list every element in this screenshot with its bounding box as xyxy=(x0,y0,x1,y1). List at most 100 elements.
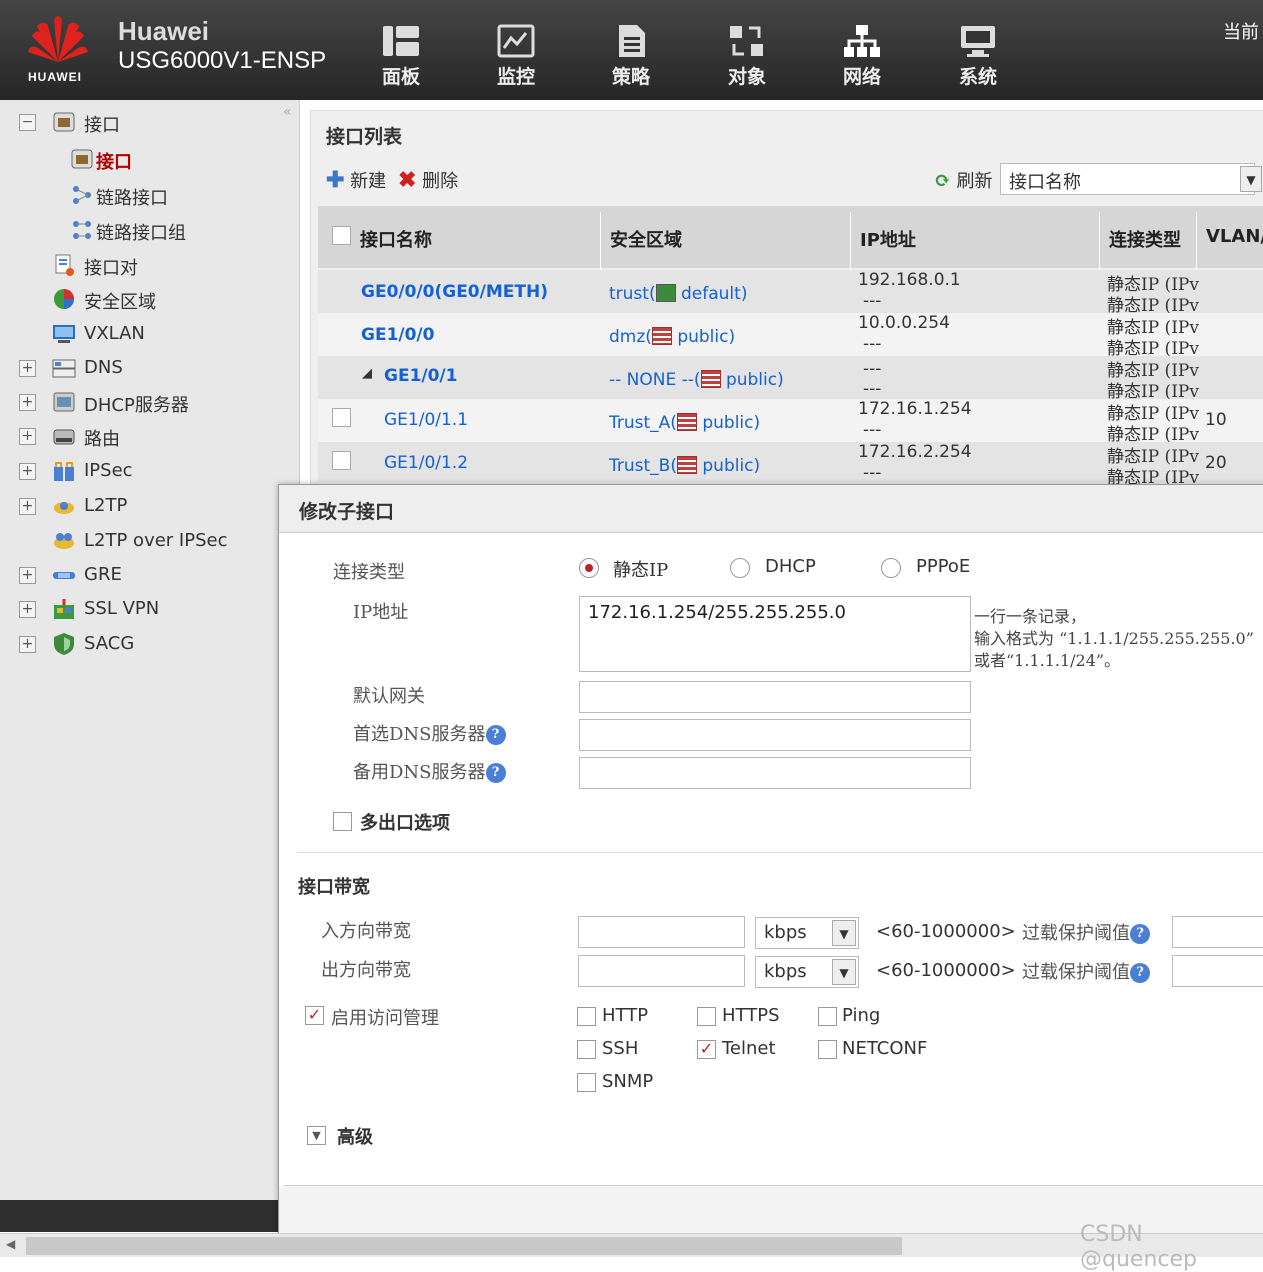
chevron-down-icon[interactable]: ▼ xyxy=(832,959,856,985)
inbound-overload-input[interactable] xyxy=(1172,916,1263,948)
new-button[interactable]: ✚ 新建 xyxy=(326,167,386,193)
overload-text: 过载保护阈值 xyxy=(1022,923,1130,944)
delete-button[interactable]: ✖ 删除 xyxy=(398,167,458,193)
expand-icon[interactable]: + xyxy=(19,428,36,445)
divider xyxy=(297,852,1263,853)
static-ip-radio[interactable] xyxy=(579,558,599,578)
zone-link[interactable]: -- NONE --( public) xyxy=(609,370,784,390)
table-row[interactable]: GE1/0/0 dmz( public) 10.0.0.254 --- 静态IP… xyxy=(318,313,1263,359)
vsys-name: public) xyxy=(696,413,761,433)
access-mgmt-checkbox[interactable]: ✓ xyxy=(305,1006,324,1025)
sidebar-item-label: VXLAN xyxy=(84,323,145,344)
search-field-select[interactable]: 接口名称 xyxy=(1000,163,1255,195)
ip-address-textarea[interactable]: 172.16.1.254/255.255.255.0 xyxy=(579,596,971,672)
collapse-sidebar-icon[interactable]: « xyxy=(283,104,292,120)
interface-name-link[interactable]: GE1/0/1.1 xyxy=(384,410,468,430)
collapse-icon[interactable]: − xyxy=(19,114,36,131)
https-checkbox[interactable] xyxy=(697,1007,716,1026)
advanced-toggle-icon[interactable]: ▼ xyxy=(307,1126,326,1145)
interface-name-link[interactable]: GE1/0/1.2 xyxy=(384,453,468,473)
column-header[interactable]: 连接类型 xyxy=(1109,226,1181,252)
scrollbar-thumb[interactable] xyxy=(26,1237,902,1255)
sidebar-item-label: 路由 xyxy=(84,429,120,450)
zone-link[interactable]: dmz( public) xyxy=(609,327,735,347)
expand-icon[interactable]: + xyxy=(19,601,36,618)
dhcp-radio[interactable] xyxy=(730,558,750,578)
help-icon[interactable]: ? xyxy=(1130,963,1150,983)
telnet-checkbox[interactable]: ✓ xyxy=(697,1040,716,1059)
interface-name-link[interactable]: GE1/0/1 xyxy=(384,366,457,386)
pppoe-radio[interactable] xyxy=(881,558,901,578)
ssh-checkbox[interactable] xyxy=(577,1040,596,1059)
nav-object[interactable]: 对象 xyxy=(712,24,782,89)
expand-icon[interactable]: + xyxy=(19,360,36,377)
expand-icon[interactable]: + xyxy=(19,463,36,480)
netconf-checkbox[interactable] xyxy=(818,1040,837,1059)
multi-exit-checkbox[interactable] xyxy=(333,812,352,831)
table-row[interactable]: ◢ GE1/0/1 -- NONE --( public) --- --- 静态… xyxy=(318,356,1263,402)
firewall-icon xyxy=(651,327,672,345)
table-row[interactable]: GE1/0/1.1 Trust_A( public) 172.16.1.254 … xyxy=(318,399,1263,445)
help-icon[interactable]: ? xyxy=(485,763,506,783)
primary-dns-input[interactable] xyxy=(579,719,971,751)
help-icon[interactable]: ? xyxy=(1130,924,1150,944)
inbound-bw-input[interactable] xyxy=(578,916,745,948)
expand-triangle-icon[interactable]: ◢ xyxy=(362,366,372,381)
column-header[interactable]: VLAN/ xyxy=(1206,226,1263,247)
expand-icon[interactable]: + xyxy=(19,567,36,584)
bandwidth-section-title: 接口带宽 xyxy=(298,877,370,898)
ip-value: 192.168.0.1 xyxy=(858,270,961,290)
zone-link[interactable]: Trust_A( public) xyxy=(609,413,760,433)
advanced-section-title[interactable]: 高级 xyxy=(337,1123,373,1149)
table-row[interactable]: GE0/0/0(GE0/METH) trust( default) 192.16… xyxy=(318,270,1263,316)
refresh-button[interactable]: ⟳ 刷新 xyxy=(934,167,993,193)
overload-label: 过载保护阈值? xyxy=(1022,919,1150,945)
zone-name: dmz( xyxy=(609,327,652,347)
http-checkbox[interactable] xyxy=(577,1007,596,1026)
outbound-bw-input[interactable] xyxy=(578,955,745,987)
snmp-checkbox[interactable] xyxy=(577,1073,596,1092)
nav-network[interactable]: 网络 xyxy=(827,24,897,89)
network-icon xyxy=(844,25,880,57)
gateway-input[interactable] xyxy=(579,681,971,713)
ip-value: --- xyxy=(863,463,882,483)
routing-icon xyxy=(53,429,75,445)
table-row[interactable]: GE1/0/1.2 Trust_B( public) 172.16.2.254 … xyxy=(318,442,1263,488)
expand-icon[interactable]: + xyxy=(19,636,36,653)
nav-dashboard[interactable]: 面板 xyxy=(366,24,436,89)
nav-policy[interactable]: 策略 xyxy=(596,24,666,89)
vsys-name: public) xyxy=(671,327,736,347)
outbound-overload-input[interactable] xyxy=(1172,955,1263,987)
static-ip-label: 静态IP xyxy=(613,560,669,581)
sidebar-item-label: 链路接口 xyxy=(96,188,168,209)
chevron-down-icon[interactable]: ▼ xyxy=(832,920,856,946)
secondary-dns-label: 备用DNS服务器? xyxy=(353,758,506,784)
row-checkbox[interactable] xyxy=(332,451,351,470)
row-checkbox[interactable] xyxy=(332,408,351,427)
secondary-dns-input[interactable] xyxy=(579,757,971,789)
chevron-down-icon[interactable]: ▼ xyxy=(1240,166,1262,192)
select-all-checkbox[interactable] xyxy=(332,226,351,245)
new-label: 新建 xyxy=(350,171,387,192)
horizontal-scrollbar[interactable]: ◀ xyxy=(0,1233,1263,1257)
nav-system[interactable]: 系统 xyxy=(943,24,1013,89)
expand-icon[interactable]: + xyxy=(19,394,36,411)
expand-icon[interactable]: + xyxy=(19,498,36,515)
vlan-value: 20 xyxy=(1205,453,1227,473)
refresh-label: 刷新 xyxy=(956,171,993,192)
column-header[interactable]: 接口名称 xyxy=(360,226,432,252)
zone-link[interactable]: trust( default) xyxy=(609,284,747,304)
policy-icon xyxy=(619,25,645,57)
help-icon[interactable]: ? xyxy=(485,725,506,745)
zone-link[interactable]: Trust_B( public) xyxy=(609,456,760,476)
nav-monitor[interactable]: 监控 xyxy=(481,24,551,89)
ping-checkbox[interactable] xyxy=(818,1007,837,1026)
interface-name-link[interactable]: GE0/0/0(GE0/METH) xyxy=(361,282,548,302)
interface-name-link[interactable]: GE1/0/0 xyxy=(361,325,434,345)
dhcp-label: DHCP xyxy=(765,556,816,577)
column-header[interactable]: IP地址 xyxy=(860,226,916,252)
overload-text: 过载保护阈值 xyxy=(1022,962,1130,983)
scroll-left-icon[interactable]: ◀ xyxy=(6,1237,15,1251)
column-header[interactable]: 安全区域 xyxy=(610,226,682,252)
delete-label: 删除 xyxy=(422,171,459,192)
